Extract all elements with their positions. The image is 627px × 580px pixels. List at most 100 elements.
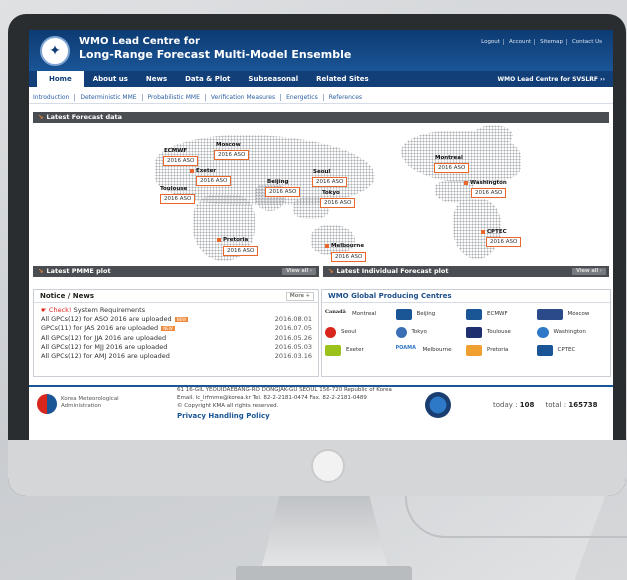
individual-plot-title: Latest Individual Forecast plot	[336, 267, 449, 275]
svslrf-link[interactable]: WMO Lead Centre for SVSLRF ››	[498, 76, 613, 83]
site-title-line2: Long-Range Forecast Multi-Model Ensemble	[79, 48, 352, 61]
city-ecmwf[interactable]: ECMWF	[164, 148, 187, 154]
gpc-label: Beijing	[416, 311, 436, 317]
tag-moscow[interactable]: 2016 ASO	[214, 150, 250, 160]
city-toulouse[interactable]: Toulouse	[160, 186, 187, 192]
notice-row[interactable]: All GPCs(12) for ASO 2016 are uploaded NE…	[34, 315, 318, 324]
subnav-introduction[interactable]: Introduction	[29, 94, 76, 101]
gpc-label: Moscow	[567, 311, 590, 317]
subnav-energetics[interactable]: Energetics	[281, 94, 324, 101]
city-label-cptec: CPTEC	[487, 229, 507, 235]
meteo-france-logo-icon	[466, 326, 482, 338]
new-badge: NEW	[174, 316, 189, 322]
tag-toulouse[interactable]: 2016 ASO	[160, 194, 196, 204]
tag-pretoria[interactable]: 2016 ASO	[223, 246, 259, 256]
noaa-logo-icon	[536, 326, 549, 338]
nav-related-sites[interactable]: Related Sites	[307, 71, 378, 87]
tag-exeter[interactable]: 2016 ASO	[196, 176, 232, 186]
site-header: ✦ WMO Lead Centre for Long-Range Forecas…	[29, 30, 613, 71]
wmo-logo[interactable]: ✦	[40, 36, 70, 66]
notice-row[interactable]: All GPCs(12) for AMJ 2016 are uploaded 20…	[34, 352, 318, 361]
copyright-line: © Copyright KMA all rights reserved.	[177, 403, 279, 409]
city-label-moscow: Moscow	[216, 142, 241, 148]
site-title-line1: WMO Lead Centre for	[79, 36, 200, 47]
gpc-montreal[interactable]: Canadä Montreal	[325, 305, 396, 323]
city-montreal[interactable]: Montreal	[435, 155, 463, 161]
city-washington[interactable]: Washington	[464, 180, 507, 186]
privacy-policy-link[interactable]: Privacy Handling Policy	[177, 412, 270, 420]
nav-subseasonal[interactable]: Subseasonal	[239, 71, 307, 87]
gpc-moscow[interactable]: Moscow	[536, 305, 608, 323]
kma-logo[interactable]	[37, 394, 57, 414]
check-text: System Requirements	[73, 306, 146, 314]
today-count: 108	[519, 401, 535, 409]
city-tokyo[interactable]: Tokyo	[322, 190, 340, 196]
individual-view-all-button[interactable]: View all ›	[572, 268, 606, 275]
nav-news[interactable]: News	[137, 71, 176, 87]
gpc-label: Pretoria	[487, 347, 509, 353]
power-button[interactable]	[311, 449, 345, 483]
notice-row-text: All GPCs(12) for JJA 2016 are uploaded	[41, 333, 167, 342]
bcc-logo-icon	[395, 308, 412, 320]
gpc-melbourne[interactable]: POAMA Melbourne	[396, 341, 467, 359]
tag-washington[interactable]: 2016 ASO	[471, 188, 507, 198]
city-label-beijing: Beijing	[267, 179, 289, 185]
city-beijing[interactable]: Beijing	[267, 179, 288, 185]
pmme-view-all-button[interactable]: View all ›	[282, 268, 316, 275]
gpc-ecmwf[interactable]: ECMWF	[466, 305, 537, 323]
gpc-label: Exeter	[346, 347, 364, 353]
gpc-toulouse[interactable]: Toulouse	[466, 323, 537, 341]
nav-home[interactable]: Home	[37, 71, 84, 87]
gpc-cptec[interactable]: CPTEC	[536, 341, 608, 359]
system-requirements-notice[interactable]: ☛ Check! System Requirements	[34, 306, 318, 315]
city-melbourne[interactable]: Melbourne	[325, 243, 365, 249]
notice-row[interactable]: All GPCs(12) for MJJ 2016 are uploaded 20…	[34, 343, 318, 352]
footer-address: 61 16-GIL YEOUIDAEBANG-RO DONGJAK-GU SEO…	[177, 386, 392, 410]
gpc-beijing[interactable]: Beijing	[395, 305, 467, 323]
saws-logo-icon	[466, 344, 482, 356]
subnav-references[interactable]: References	[324, 94, 367, 101]
monitor-stand-neck	[262, 496, 387, 566]
subnav-deterministic-mme[interactable]: Deterministic MME	[75, 94, 143, 101]
city-cptec[interactable]: CPTEC	[481, 229, 507, 235]
city-label-melbourne: Melbourne	[331, 243, 365, 249]
gpc-seoul[interactable]: Seoul	[325, 323, 396, 341]
gpc-exeter[interactable]: Exeter	[325, 341, 396, 359]
pmme-plot-title: Latest PMME plot	[46, 267, 111, 275]
tag-tokyo[interactable]: 2016 ASO	[320, 198, 356, 208]
noaa-footer-logo[interactable]	[425, 392, 451, 418]
tag-cptec[interactable]: 2016 ASO	[486, 237, 522, 247]
gpc-tokyo[interactable]: Tokyo	[395, 323, 467, 341]
top-links: Logout Account Sitemap Contact Us	[478, 39, 605, 45]
city-moscow[interactable]: Moscow	[216, 142, 241, 148]
subnav-verification-measures[interactable]: Verification Measures	[206, 94, 282, 101]
notice-row[interactable]: All GPCs(12) for JJA 2016 are uploaded 20…	[34, 334, 318, 343]
gpc-title: WMO Global Producing Centres	[322, 290, 610, 303]
nav-about-us[interactable]: About us	[84, 71, 137, 87]
gpc-washington[interactable]: Washington	[536, 323, 608, 341]
notice-row-text: All GPCs(12) for AMJ 2016 are uploaded	[41, 351, 170, 360]
city-label-toulouse: Toulouse	[160, 186, 188, 192]
notice-title: Notice / News	[40, 292, 94, 300]
kma-name-line1: Korea Meteorological	[61, 396, 119, 402]
city-exeter[interactable]: Exeter	[190, 168, 216, 174]
tag-montreal[interactable]: 2016 ASO	[434, 163, 470, 173]
tag-ecmwf[interactable]: 2016 ASO	[163, 156, 199, 166]
sitemap-link[interactable]: Sitemap	[537, 39, 567, 45]
logout-link[interactable]: Logout	[478, 39, 504, 45]
tag-melbourne[interactable]: 2016 ASO	[331, 252, 367, 262]
contact-us-link[interactable]: Contact Us	[569, 39, 605, 45]
visit-counter: today : 108 total : 165738	[493, 401, 598, 409]
notice-row[interactable]: GPCs(11) for JAS 2016 are uploaded NEW 201…	[34, 324, 318, 333]
city-seoul[interactable]: Seoul	[313, 169, 330, 175]
forecast-section-header: ↘ Latest Forecast data	[33, 112, 609, 123]
tag-seoul[interactable]: 2016 ASO	[312, 177, 348, 187]
account-link[interactable]: Account	[506, 39, 536, 45]
subnav-probabilistic-mme[interactable]: Probabilistic MME	[143, 94, 206, 101]
nav-data-plot[interactable]: Data & Plot	[176, 71, 239, 87]
notice-more-button[interactable]: More +	[285, 292, 314, 301]
tag-beijing[interactable]: 2016 ASO	[265, 187, 301, 197]
city-pretoria[interactable]: Pretoria	[217, 237, 248, 243]
kma-name-line2: Administration	[61, 403, 102, 409]
gpc-pretoria[interactable]: Pretoria	[466, 341, 537, 359]
